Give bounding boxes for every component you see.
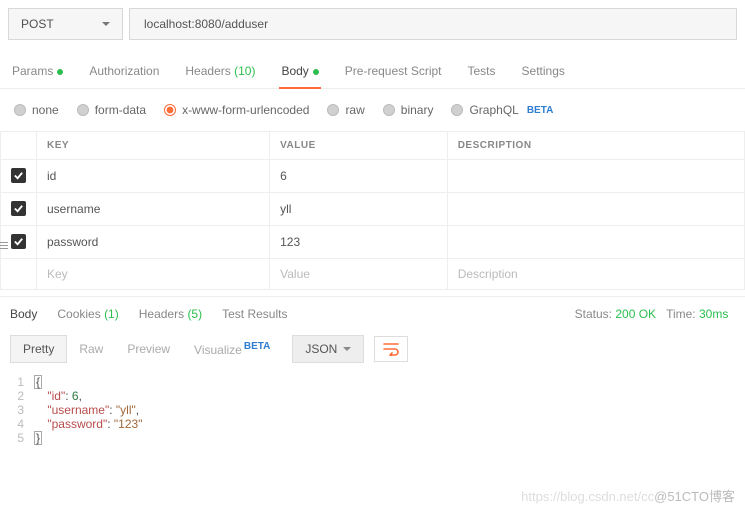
cell-key[interactable]: id — [37, 160, 270, 193]
tab-body[interactable]: Body — [279, 58, 320, 88]
table-row[interactable]: username yll — [1, 193, 745, 226]
tab-headers[interactable]: Headers (10) — [183, 58, 257, 88]
radio-binary[interactable]: binary — [383, 103, 434, 117]
checkbox-icon[interactable] — [11, 234, 26, 249]
checkbox-icon[interactable] — [11, 201, 26, 216]
radio-icon — [383, 104, 395, 116]
radio-form-data[interactable]: form-data — [77, 103, 146, 117]
drag-handle-icon[interactable] — [0, 240, 8, 251]
radio-raw[interactable]: raw — [327, 103, 364, 117]
view-preview[interactable]: Preview — [115, 336, 182, 362]
url-value: localhost:8080/adduser — [144, 17, 268, 31]
cell-key[interactable]: username — [37, 193, 270, 226]
chevron-down-icon — [102, 22, 110, 26]
format-select[interactable]: JSON — [292, 335, 364, 363]
response-view-modes: Pretty Raw Preview VisualizeBETA JSON — [0, 327, 745, 371]
dot-icon — [313, 69, 319, 75]
wrap-lines-button[interactable] — [374, 336, 408, 362]
cell-desc[interactable] — [447, 193, 744, 226]
cell-value-placeholder[interactable]: Value — [270, 259, 448, 290]
response-tabs: Body Cookies (1) Headers (5) Test Result… — [0, 296, 745, 327]
cell-key-placeholder[interactable]: Key — [37, 259, 270, 290]
cell-value[interactable]: yll — [270, 193, 448, 226]
radio-none[interactable]: none — [14, 103, 59, 117]
column-key: KEY — [37, 132, 270, 160]
body-type-selector: none form-data x-www-form-urlencoded raw… — [0, 89, 745, 131]
tab-settings[interactable]: Settings — [520, 58, 567, 88]
tab-prerequest[interactable]: Pre-request Script — [343, 58, 444, 88]
watermark: https://blog.csdn.net/cc@51CTO博客 — [521, 486, 735, 505]
radio-icon — [451, 104, 463, 116]
table-row[interactable]: id 6 — [1, 160, 745, 193]
table-row-new[interactable]: Key Value Description — [1, 259, 745, 290]
table-row[interactable]: password 123 — [1, 226, 745, 259]
dot-icon — [57, 69, 63, 75]
cell-key[interactable]: password — [37, 226, 270, 259]
form-data-table: KEY VALUE DESCRIPTION id 6 username yll … — [0, 131, 745, 290]
resp-tab-headers[interactable]: Headers (5) — [139, 307, 202, 321]
request-tabs: Params Authorization Headers (10) Body P… — [0, 48, 745, 89]
checkbox-icon[interactable] — [11, 168, 26, 183]
response-status: Status: 200 OK Time: 30ms — [575, 307, 735, 321]
wrap-icon — [383, 342, 399, 356]
chevron-down-icon — [343, 347, 351, 351]
radio-icon — [164, 104, 176, 116]
http-method-select[interactable]: POST — [8, 8, 123, 40]
cell-desc-placeholder[interactable]: Description — [447, 259, 744, 290]
http-method-value: POST — [21, 17, 54, 31]
column-description: DESCRIPTION — [447, 132, 744, 160]
resp-tab-cookies[interactable]: Cookies (1) — [57, 307, 118, 321]
cell-value[interactable]: 6 — [270, 160, 448, 193]
resp-tab-body[interactable]: Body — [10, 307, 37, 321]
radio-icon — [14, 104, 26, 116]
cell-desc[interactable] — [447, 226, 744, 259]
radio-icon — [327, 104, 339, 116]
resp-tab-testresults[interactable]: Test Results — [222, 307, 287, 321]
url-input[interactable]: localhost:8080/adduser — [129, 8, 737, 40]
tab-authorization[interactable]: Authorization — [87, 58, 161, 88]
view-visualize[interactable]: VisualizeBETA — [182, 335, 282, 363]
tab-params[interactable]: Params — [10, 58, 65, 88]
radio-icon — [77, 104, 89, 116]
cell-value[interactable]: 123 — [270, 226, 448, 259]
view-raw[interactable]: Raw — [67, 336, 115, 362]
radio-urlencoded[interactable]: x-www-form-urlencoded — [164, 103, 309, 117]
radio-graphql[interactable]: GraphQLBETA — [451, 103, 553, 117]
response-body-viewer[interactable]: 1{ 2 "id": 6, 3 "username": "yll", 4 "pa… — [0, 371, 745, 455]
cell-desc[interactable] — [447, 160, 744, 193]
column-value: VALUE — [270, 132, 448, 160]
tab-tests[interactable]: Tests — [466, 58, 498, 88]
view-pretty[interactable]: Pretty — [10, 335, 67, 363]
